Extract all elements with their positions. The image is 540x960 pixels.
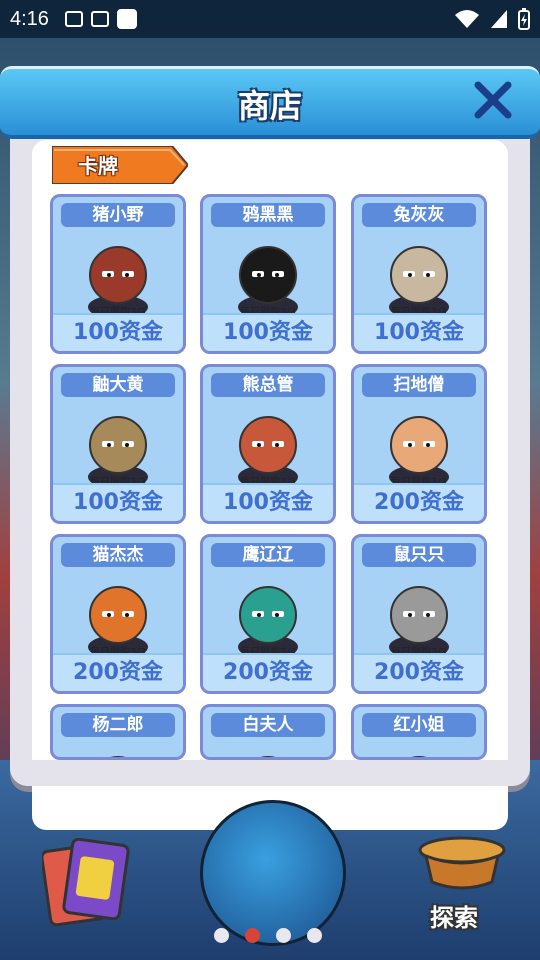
- app-notification-icon: [116, 9, 137, 29]
- card-price-button[interactable]: 200资金: [53, 653, 183, 691]
- card-name: 猫杰杰: [61, 543, 175, 567]
- card-character-art: [354, 737, 484, 757]
- card-name: 鹰辽辽: [211, 543, 325, 567]
- card-price-button[interactable]: 100资金: [203, 483, 333, 521]
- card-name: 红小姐: [362, 713, 476, 737]
- card-character-art: [203, 737, 333, 757]
- card-name: 杨二郎: [61, 713, 175, 737]
- shop-card[interactable]: 红小姐: [351, 704, 487, 760]
- card-name: 鼬大黄: [61, 373, 175, 397]
- shop-card[interactable]: 鸦黑黑每日限购3/3100资金: [200, 194, 336, 354]
- signal-icon: [491, 10, 507, 28]
- card-price-button[interactable]: 200资金: [354, 483, 484, 521]
- card-name: 鼠只只: [362, 543, 476, 567]
- globe-nav-icon[interactable]: [200, 800, 346, 946]
- card-price-button[interactable]: 200资金: [354, 653, 484, 691]
- status-bar: 4:16: [0, 0, 540, 38]
- card-price-button[interactable]: 100资金: [354, 313, 484, 351]
- card-price-button[interactable]: 100资金: [53, 483, 183, 521]
- battery-icon: [518, 8, 530, 30]
- shop-card[interactable]: 鼬大黄每日限购3/3100资金: [50, 364, 186, 524]
- card-price-button[interactable]: 200资金: [203, 653, 333, 691]
- close-icon[interactable]: [472, 79, 514, 121]
- keyboard-icon: [90, 11, 109, 27]
- card-name: 鸦黑黑: [211, 203, 325, 227]
- card-character-art: [53, 737, 183, 757]
- card-name: 熊总管: [211, 373, 325, 397]
- page-dot-active[interactable]: [245, 928, 260, 943]
- page-indicator: [214, 928, 322, 943]
- section-tab-shape: [52, 146, 188, 184]
- page-dot[interactable]: [214, 928, 229, 943]
- shop-header: 商店: [0, 66, 540, 139]
- section-label-cards: 卡牌: [78, 154, 118, 178]
- page-dot[interactable]: [276, 928, 291, 943]
- card-price-button[interactable]: 100资金: [203, 313, 333, 351]
- cards-nav-icon[interactable]: [42, 838, 132, 928]
- shop-card[interactable]: 猫杰杰每日限购3/3200资金: [50, 534, 186, 694]
- modal-bottom-edge: [10, 760, 530, 786]
- shop-card[interactable]: 扫地僧每日限购3/3200资金: [351, 364, 487, 524]
- explore-label[interactable]: 探索: [430, 898, 478, 933]
- card-name: 兔灰灰: [362, 203, 476, 227]
- shop-card[interactable]: 兔灰灰每日限购3/3100资金: [351, 194, 487, 354]
- card-name: 白夫人: [211, 713, 325, 737]
- card-price-button[interactable]: 100资金: [53, 313, 183, 351]
- card-name: 猪小野: [61, 203, 175, 227]
- shop-card[interactable]: 猪小野每日限购3/3100资金: [50, 194, 186, 354]
- shop-title: 商店: [237, 87, 302, 125]
- status-time: 4:16: [10, 7, 49, 30]
- page-dot[interactable]: [307, 928, 322, 943]
- shop-card[interactable]: 杨二郎: [50, 704, 186, 760]
- shop-card[interactable]: 白夫人: [200, 704, 336, 760]
- shop-card[interactable]: 鹰辽辽每日限购3/3200资金: [200, 534, 336, 694]
- shop-card[interactable]: 鼠只只每日限购3/3200资金: [351, 534, 487, 694]
- image-icon: [64, 11, 83, 27]
- wifi-icon: [455, 10, 479, 28]
- card-name: 扫地僧: [362, 373, 476, 397]
- shop-card[interactable]: 熊总管每日限购3/3100资金: [200, 364, 336, 524]
